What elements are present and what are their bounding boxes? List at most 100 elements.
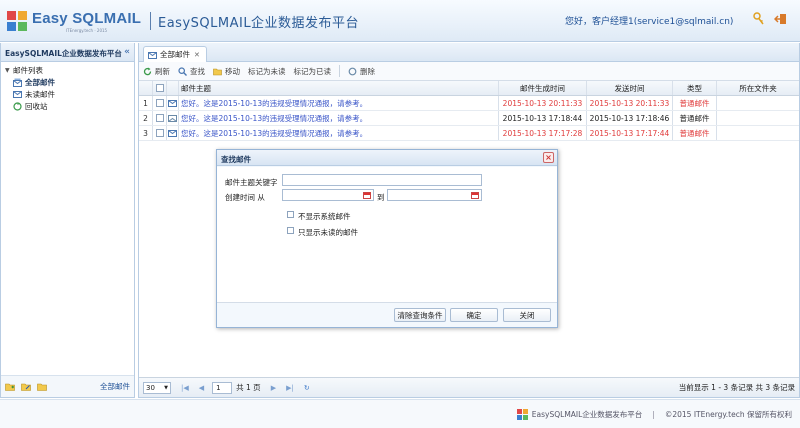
close-icon[interactable]: × — [543, 152, 554, 163]
sidebar-footer: 全部邮件 — [1, 375, 134, 397]
move-button[interactable]: 移动 — [213, 66, 240, 77]
mail-icon — [13, 90, 22, 98]
row-icon-cell — [167, 111, 179, 125]
row-checkbox[interactable] — [155, 114, 164, 122]
ok-button[interactable]: 确定 — [450, 308, 498, 322]
toolbar-divider — [339, 65, 340, 77]
calendar-icon[interactable] — [363, 192, 371, 199]
created-time-label: 创建时间 从 — [225, 193, 265, 202]
row-select[interactable] — [153, 126, 167, 140]
hide-system-mail-checkbox[interactable] — [287, 211, 294, 218]
prev-page-icon[interactable]: ◀ — [199, 384, 204, 392]
hide-system-mail-label[interactable]: 不显示系统邮件 — [298, 211, 351, 222]
refresh-button[interactable]: 刷新 — [143, 66, 170, 77]
expand-triangle-icon[interactable]: ▼ — [5, 67, 13, 74]
page-footer: EasySQLMAIL企业数据发布平台 | ©2015 ITEnergy.tec… — [0, 399, 800, 428]
dialog-footer: 清除查询条件 确定 关闭 — [217, 302, 557, 327]
first-page-icon[interactable]: |◀ — [181, 384, 189, 392]
row-subject[interactable]: 您好。这是2015-10-13的违规受理情况通报，请参考。 — [179, 126, 499, 140]
mail-icon — [168, 99, 177, 107]
tree-root-label: 邮件列表 — [13, 65, 43, 75]
last-page-icon[interactable]: ▶| — [286, 384, 294, 392]
sidebar: EasySQLMAIL企业数据发布平台 « ▼ 邮件列表 全部邮件 未读邮件 回… — [0, 43, 135, 398]
to-label: 到 — [377, 193, 385, 202]
col-generated-time[interactable]: 邮件生成时间 — [499, 81, 587, 95]
sidebar-item-recycle-bin[interactable]: 回收站 — [5, 100, 134, 112]
sidebar-item-all-mail[interactable]: 全部邮件 — [5, 76, 134, 88]
dialog-title: 查找邮件 — [221, 155, 251, 164]
mark-read-button[interactable]: 标记为已读 — [294, 66, 332, 77]
total-pages: 共 1 页 — [236, 383, 261, 392]
calendar-icon[interactable] — [471, 192, 479, 199]
row-subject[interactable]: 您好。这是2015-10-13的违规受理情况通报，请参考。 — [179, 111, 499, 125]
row-generated-time: 2015-10-13 17:17:28 — [499, 126, 587, 140]
col-icon — [167, 81, 179, 95]
mark-unread-button[interactable]: 标记为未读 — [248, 66, 286, 77]
delete-folder-icon[interactable] — [37, 382, 47, 391]
row-generated-time: 2015-10-13 20:11:33 — [499, 96, 587, 110]
tree-root-mail-list[interactable]: ▼ 邮件列表 — [5, 64, 134, 76]
page-size-value: 30 — [146, 383, 155, 392]
date-to-input[interactable] — [387, 189, 482, 201]
delete-button[interactable]: 删除 — [348, 66, 375, 77]
mark-read-label: 标记为已读 — [293, 66, 332, 76]
sidebar-item-unread-mail[interactable]: 未读邮件 — [5, 88, 134, 100]
page-size-select[interactable]: 30 ▼ — [143, 381, 171, 394]
col-select-all[interactable] — [153, 81, 167, 95]
tab-bar: 全部邮件 ✕ — [139, 43, 799, 62]
find-mail-dialog: 查找邮件 × 邮件主题关键字 创建时间 从 到 不显示系统邮件 只显示未读的邮件… — [216, 149, 558, 328]
row-select[interactable] — [153, 96, 167, 110]
subject-link[interactable]: 您好。这是2015-10-13的违规受理情况通报，请参考。 — [181, 98, 367, 109]
sidebar-item-label: 全部邮件 — [25, 77, 55, 87]
dialog-titlebar[interactable]: 查找邮件 × — [217, 150, 557, 166]
subject-keyword-input[interactable] — [282, 174, 482, 186]
pagination-bar: 30 ▼ |◀ ◀ 1 共 1 页 ▶ ▶| ↻ 当前显示 1 - 3 条记录 … — [139, 377, 799, 397]
next-page-icon[interactable]: ▶ — [271, 384, 276, 392]
add-folder-icon[interactable] — [5, 382, 15, 391]
key-icon[interactable] — [752, 12, 766, 26]
search-button[interactable]: 查找 — [178, 66, 205, 77]
pagination-info: 当前显示 1 - 3 条记录 共 3 条记录 — [678, 383, 795, 392]
mail-toolbar: 刷新 查找 移动 标记为未读 标记为已读 删除 — [139, 62, 799, 81]
mail-stack-icon — [148, 52, 157, 59]
col-subject[interactable]: 邮件主题 — [179, 81, 499, 95]
tab-all-mail[interactable]: 全部邮件 ✕ — [143, 46, 207, 62]
table-row[interactable]: 2 您好。这是2015-10-13的违规受理情况通报，请参考。 2015-10-… — [139, 111, 799, 126]
col-folder[interactable]: 所在文件夹 — [717, 81, 799, 95]
unread-only-label[interactable]: 只显示未读的邮件 — [298, 227, 358, 238]
close-icon[interactable]: ✕ — [194, 51, 200, 59]
unread-only-checkbox[interactable] — [287, 227, 294, 234]
col-type[interactable]: 类型 — [673, 81, 717, 95]
footer-brand: EasySQLMAIL企业数据发布平台 — [531, 410, 643, 419]
collapse-icon[interactable]: « — [124, 47, 130, 57]
col-sent-time[interactable]: 发送时间 — [587, 81, 673, 95]
app-header: Easy SQLMAIL ITEnergy.tech · 2015 EasySQ… — [0, 0, 800, 42]
row-subject[interactable]: 您好。这是2015-10-13的违规受理情况通报，请参考。 — [179, 96, 499, 110]
subject-link[interactable]: 您好。这是2015-10-13的违规受理情况通报，请参考。 — [181, 128, 367, 139]
row-checkbox[interactable] — [155, 129, 164, 137]
close-button[interactable]: 关闭 — [503, 308, 551, 322]
subject-keyword-label: 邮件主题关键字 — [225, 178, 278, 187]
row-checkbox[interactable] — [155, 99, 164, 107]
date-from-input[interactable] — [282, 189, 374, 201]
dialog-body: 邮件主题关键字 创建时间 从 到 不显示系统邮件 只显示未读的邮件 — [217, 167, 557, 302]
folder-icon — [213, 68, 222, 75]
page-number-input[interactable]: 1 — [212, 381, 233, 394]
logout-icon[interactable] — [774, 12, 788, 26]
row-select[interactable] — [153, 111, 167, 125]
table-row[interactable]: 1 您好。这是2015-10-13的违规受理情况通报，请参考。 2015-10-… — [139, 96, 799, 111]
row-folder — [717, 126, 799, 140]
app-title: EasySQLMAIL企业数据发布平台 — [158, 16, 360, 31]
row-folder — [717, 96, 799, 110]
table-row[interactable]: 3 您好。这是2015-10-13的违规受理情况通报，请参考。 2015-10-… — [139, 126, 799, 141]
reload-icon[interactable]: ↻ — [304, 384, 310, 392]
logo-subtext: ITEnergy.tech · 2015 — [66, 28, 108, 33]
edit-folder-icon[interactable] — [21, 382, 31, 391]
row-generated-time: 2015-10-13 17:18:44 — [499, 111, 587, 125]
select-all-checkbox[interactable] — [155, 84, 164, 92]
user-greeting[interactable]: 您好，客户经理1(service1@sqlmail.cn) — [565, 14, 733, 27]
subject-link[interactable]: 您好。这是2015-10-13的违规受理情况通报，请参考。 — [181, 113, 367, 124]
grid-header: 邮件主题 邮件生成时间 发送时间 类型 所在文件夹 — [139, 81, 799, 96]
footer-copyright: ©2015 ITEnergy.tech 保留所有权利 — [664, 410, 792, 419]
clear-criteria-button[interactable]: 清除查询条件 — [394, 308, 446, 322]
